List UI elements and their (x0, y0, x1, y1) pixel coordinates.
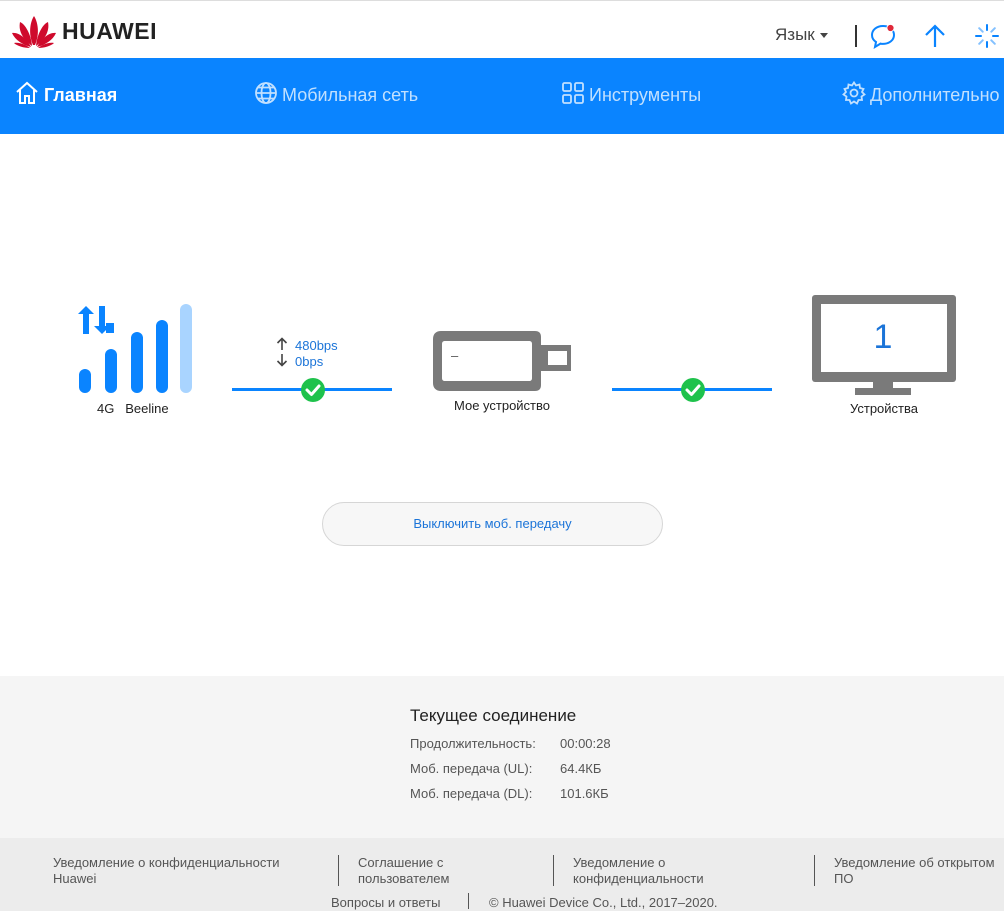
download-volume-label: Моб. передача (DL): (410, 786, 533, 801)
loading-icon[interactable] (973, 22, 1001, 50)
upload-rate: 480bps (295, 337, 338, 353)
check-icon-network (301, 378, 325, 402)
my-device-label: Мое устройство (453, 398, 551, 413)
signal-bar-3 (131, 332, 143, 393)
transfer-arrows-icon (78, 306, 114, 334)
nav-item-home[interactable]: Главная (14, 80, 117, 110)
current-connection-title: Текущее соединение (410, 706, 577, 725)
upload-rate-row: 480bps (275, 336, 338, 354)
check-icon-devices (681, 378, 705, 402)
chevron-down-icon (819, 32, 828, 38)
footer-divider (553, 855, 554, 886)
duration-label: Продолжительность: (410, 736, 536, 751)
nav-label-mobile-network: Мобильная сеть (282, 84, 419, 105)
upload-volume-row: Моб. передача (UL): 64.4КБ (410, 761, 601, 776)
signal-strength-indicator (78, 303, 198, 400)
language-dropdown[interactable]: Язык (775, 25, 828, 45)
dongle-text: – (451, 348, 459, 363)
nav-label-tools: Инструменты (589, 84, 702, 105)
copyright: © Huawei Device Co., Ltd., 2017–2020. (489, 895, 718, 910)
download-volume-value: 101.6КБ (560, 786, 609, 801)
footer-link-open-source[interactable]: Уведомление об открытом ПО (834, 855, 1004, 887)
disable-mobile-data-button[interactable]: Выключить моб. передачу (322, 502, 663, 546)
globe-icon (254, 81, 282, 110)
usb-modem-icon[interactable] (431, 329, 575, 398)
current-connection-panel: Текущее соединение Продолжительность: 00… (0, 676, 1004, 838)
home-icon (14, 80, 44, 111)
download-rate: 0bps (295, 353, 324, 369)
update-icon[interactable] (921, 22, 949, 50)
nav-label-home: Главная (44, 84, 118, 105)
nav-item-tools[interactable]: Инструменты (561, 80, 701, 110)
huawei-logo-icon (12, 14, 56, 48)
gear-icon (842, 80, 870, 110)
nav-item-mobile-network[interactable]: Мобильная сеть (254, 80, 418, 110)
download-rate-row: 0bps (275, 353, 338, 369)
duration-row: Продолжительность: 00:00:28 (410, 736, 611, 751)
nav-item-advanced[interactable]: Дополнительно (842, 80, 1000, 110)
signal-bar-4 (156, 320, 168, 393)
download-volume-row: Моб. передача (DL): 101.6КБ (410, 786, 609, 801)
connected-devices-count: 1 (873, 318, 893, 356)
arrow-up-icon (275, 336, 295, 354)
operator-name: Beeline (125, 401, 169, 416)
header-divider (855, 25, 857, 47)
signal-bar-2 (105, 349, 117, 393)
footer-link-faq[interactable]: Вопросы и ответы (331, 895, 440, 910)
duration-value: 00:00:28 (560, 736, 611, 751)
traffic-rates: 480bps 0bps (275, 336, 338, 369)
huawei-logo[interactable]: HUAWEI (12, 14, 157, 48)
footer-link-privacy[interactable]: Уведомление о конфиденциальности (573, 855, 733, 887)
network-type: 4G (97, 401, 115, 416)
footer-divider (814, 855, 815, 886)
footer: Уведомление о конфиденциальности Huawei … (0, 838, 1004, 911)
signal-bar-1 (79, 369, 91, 393)
footer-link-huawei-privacy[interactable]: Уведомление о конфиденциальности Huawei (53, 855, 313, 887)
arrow-down-icon (275, 353, 295, 370)
top-header: HUAWEI Язык (0, 0, 1004, 58)
footer-divider (468, 893, 469, 909)
upload-volume-label: Моб. передача (UL): (410, 761, 533, 776)
network-label: 4G Beeline (97, 401, 169, 416)
footer-link-user-agreement[interactable]: Соглашение с пользователем (358, 855, 508, 887)
language-label: Язык (775, 25, 815, 44)
brand-name: HUAWEI (62, 17, 157, 44)
messages-icon[interactable] (870, 22, 898, 50)
nav-label-advanced: Дополнительно (870, 84, 1000, 105)
main-nav: Главная Мобильная сеть Инструменты Допол… (0, 58, 1004, 134)
signal-bar-5 (180, 304, 192, 393)
footer-divider (338, 855, 339, 886)
upload-volume-value: 64.4КБ (560, 761, 602, 776)
devices-label: Устройства (849, 401, 918, 416)
grid-icon (561, 81, 589, 110)
